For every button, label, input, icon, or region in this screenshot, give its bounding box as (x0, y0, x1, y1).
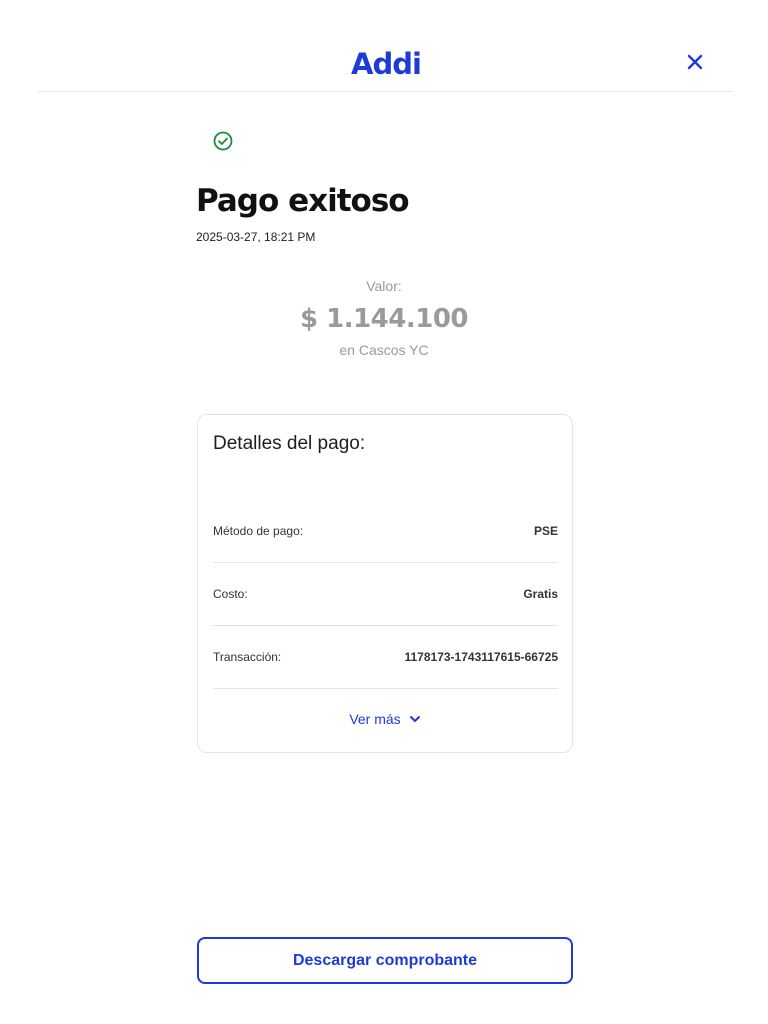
detail-label: Transacción: (213, 650, 282, 664)
addi-logo-mark: Addi (351, 47, 422, 81)
payment-details-card: Detalles del pago: Método de pago: PSE C… (197, 414, 573, 753)
detail-value: Gratis (523, 587, 558, 601)
svg-text:Addi: Addi (351, 47, 421, 79)
detail-value: PSE (533, 524, 558, 538)
close-icon (687, 54, 703, 70)
amount-value: $ 1.144.100 (299, 304, 469, 334)
details-title: Detalles del pago: (213, 433, 366, 454)
detail-row-payment-method: Método de pago: PSE (213, 500, 558, 563)
amount-label: Valor: (366, 278, 402, 294)
show-more-button[interactable]: Ver más (198, 711, 572, 727)
check-circle-icon (212, 130, 234, 152)
addi-logo: Addi (351, 47, 423, 86)
detail-value: 1178173-1743117615-66725 (404, 650, 559, 664)
app-header: Addi (37, 0, 733, 92)
detail-label: Método de pago: (213, 524, 304, 538)
amount-summary: Valor: $ 1.144.100 en Cascos YC (196, 278, 572, 358)
close-button[interactable] (681, 48, 709, 76)
detail-row-transaction: Transacción: 1178173-1743117615-66725 (213, 626, 558, 689)
payment-datetime: 2025-03-27, 18:21 PM (196, 230, 316, 244)
detail-label: Costo: (213, 587, 248, 601)
page-title: Pago exitoso (196, 183, 410, 219)
merchant-name: en Cascos YC (339, 342, 429, 358)
download-receipt-button[interactable]: Descargar comprobante (197, 937, 573, 984)
detail-row-cost: Costo: Gratis (213, 563, 558, 626)
chevron-down-icon (409, 716, 420, 722)
show-more-label: Ver más (349, 711, 401, 727)
